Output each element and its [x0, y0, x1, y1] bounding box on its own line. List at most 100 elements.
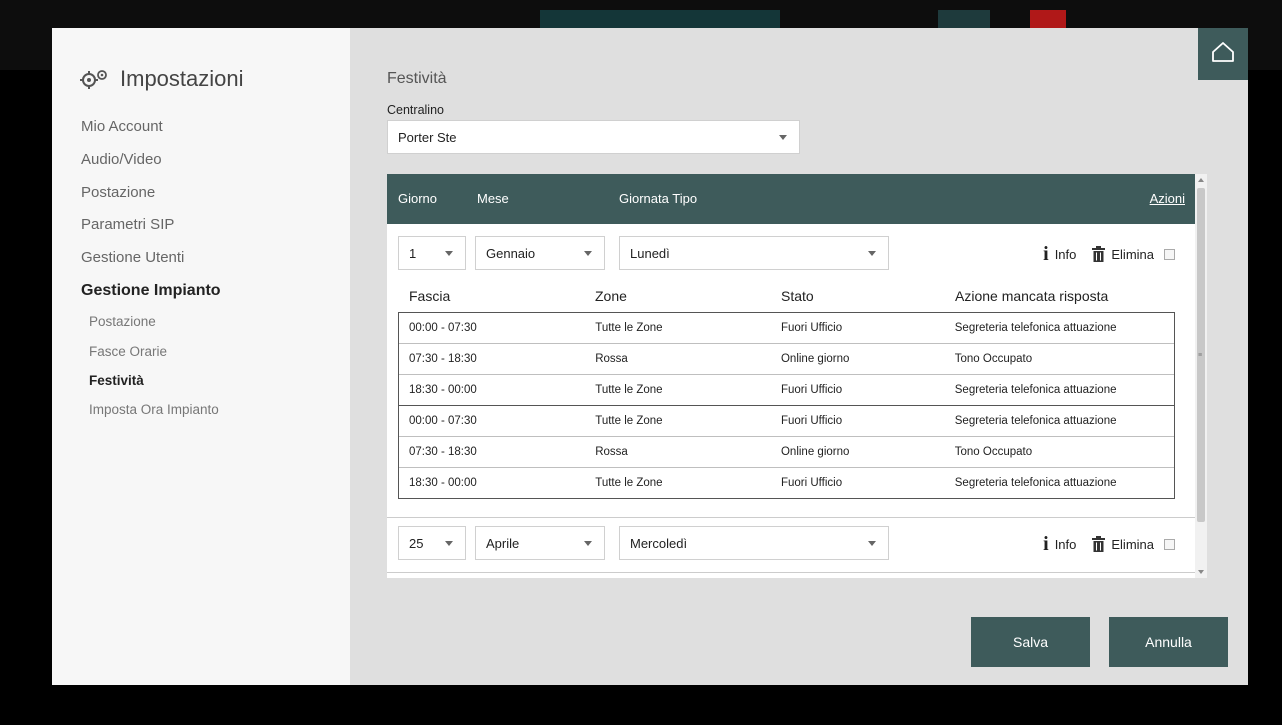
table-row[interactable]: 18:30 - 00:00 Tutte le Zone Fuori Uffici… — [398, 467, 1175, 499]
col-azione: Azione mancata risposta — [955, 288, 1109, 304]
cell-fascia: 00:00 - 07:30 — [398, 405, 586, 437]
cell-stato: Online giorno — [770, 436, 945, 468]
sidebar-title: Impostazioni — [80, 66, 244, 92]
trash-icon[interactable] — [1092, 246, 1106, 262]
cell-azione: Segreteria telefonica attuazione — [944, 405, 1175, 437]
cell-zone: Tutte le Zone — [585, 467, 771, 499]
chevron-down-icon — [868, 251, 876, 256]
panel-header: Giorno Mese Giornata Tipo Azioni — [387, 174, 1195, 224]
cell-fascia: 07:30 - 18:30 — [398, 436, 586, 468]
giornata-select-2[interactable]: Mercoledì — [619, 526, 889, 560]
mese-select-1[interactable]: Gennaio — [475, 236, 605, 270]
giornata-select-value-2: Mercoledì — [630, 535, 688, 551]
centralino-select[interactable]: Porter Ste — [387, 120, 800, 154]
header-giorno: Giorno — [398, 191, 438, 206]
header-mese: Mese — [477, 191, 509, 206]
sidebar-subitem-imposta-ora[interactable]: Imposta Ora Impianto — [89, 402, 219, 417]
chevron-down-icon — [584, 251, 592, 256]
giornata-select-value-1: Lunedì — [630, 245, 670, 261]
main-content: Festività Centralino Porter Ste Giorno M… — [350, 28, 1248, 685]
header-giornata-tipo: Giornata Tipo — [619, 191, 698, 206]
festivita-panel: Giorno Mese Giornata Tipo Azioni 1 Genna… — [387, 174, 1207, 578]
cell-fascia: 00:00 - 07:30 — [398, 312, 586, 344]
info-link-1[interactable]: Info — [1055, 247, 1077, 262]
giorno-select-1[interactable]: 1 — [398, 236, 466, 270]
page-title: Festività — [387, 70, 447, 87]
sidebar-item-gestione-impianto[interactable]: Gestione Impianto — [81, 282, 221, 300]
sidebar-subitem-postazione[interactable]: Postazione — [89, 314, 156, 329]
col-zone: Zone — [595, 288, 627, 304]
cell-zone: Rossa — [585, 343, 771, 375]
chevron-down-icon — [445, 541, 453, 546]
elimina-link-2[interactable]: Elimina — [1111, 537, 1154, 552]
cell-fascia: 18:30 - 00:00 — [398, 374, 586, 406]
cell-stato: Online giorno — [770, 343, 945, 375]
giorno-select-2[interactable]: 25 — [398, 526, 466, 560]
save-button[interactable]: Salva — [971, 617, 1090, 667]
entry-divider — [387, 572, 1195, 573]
giorno-select-value-1: 1 — [409, 245, 417, 261]
cell-zone: Tutte le Zone — [585, 312, 771, 344]
sidebar-item-gestione-utenti[interactable]: Gestione Utenti — [81, 249, 184, 266]
giorno-select-value-2: 25 — [409, 535, 424, 551]
col-stato: Stato — [781, 288, 814, 304]
cell-zone: Rossa — [585, 436, 771, 468]
chevron-down-icon — [779, 135, 787, 140]
cancel-button[interactable]: Annulla — [1109, 617, 1228, 667]
centralino-label: Centralino — [387, 103, 444, 117]
scroll-down-icon[interactable] — [1198, 570, 1204, 574]
sidebar-subitem-festivita[interactable]: Festività — [89, 373, 144, 388]
select-checkbox-1[interactable] — [1164, 248, 1175, 260]
azioni-link[interactable]: Azioni — [1150, 191, 1185, 206]
gears-icon — [80, 69, 110, 89]
chevron-down-icon — [584, 541, 592, 546]
table-row[interactable]: 00:00 - 07:30 Tutte le Zone Fuori Uffici… — [398, 312, 1175, 344]
sidebar-item-postazione[interactable]: Postazione — [81, 184, 155, 201]
cell-stato: Fuori Ufficio — [770, 405, 945, 437]
sidebar-item-mio-account[interactable]: Mio Account — [81, 118, 163, 135]
cell-azione: Tono Occupato — [944, 343, 1175, 375]
entry-actions-2: i Info Elimina — [1043, 534, 1175, 554]
info-link-2[interactable]: Info — [1055, 537, 1077, 552]
cell-stato: Fuori Ufficio — [770, 374, 945, 406]
info-icon[interactable]: i — [1043, 244, 1049, 264]
entry-actions-1: i Info Elimina — [1043, 244, 1175, 264]
elimina-link-1[interactable]: Elimina — [1111, 247, 1154, 262]
sidebar-subitem-fasce-orarie[interactable]: Fasce Orarie — [89, 344, 167, 359]
table-row[interactable]: 18:30 - 00:00 Tutte le Zone Fuori Uffici… — [398, 374, 1175, 406]
scroll-thumb[interactable]: ≡ — [1197, 188, 1205, 522]
cell-azione: Segreteria telefonica attuazione — [944, 374, 1175, 406]
settings-sidebar: Impostazioni Mio Account Audio/Video Pos… — [52, 28, 350, 685]
holiday-entry-2: 25 Aprile Mercoledì i Info Elimina — [387, 526, 1195, 562]
scroll-up-icon[interactable] — [1198, 178, 1204, 182]
sidebar-title-text: Impostazioni — [120, 66, 244, 91]
giornata-select-1[interactable]: Lunedì — [619, 236, 889, 270]
select-checkbox-2[interactable] — [1164, 538, 1175, 550]
mese-select-2[interactable]: Aprile — [475, 526, 605, 560]
cell-zone: Tutte le Zone — [585, 405, 771, 437]
cell-stato: Fuori Ufficio — [770, 312, 945, 344]
mese-select-value-2: Aprile — [486, 535, 520, 551]
holiday-entry-1: 1 Gennaio Lunedì i Info Elimina — [387, 236, 1195, 272]
cell-azione: Segreteria telefonica attuazione — [944, 312, 1175, 344]
cell-zone: Tutte le Zone — [585, 374, 771, 406]
table-row[interactable]: 00:00 - 07:30 Tutte le Zone Fuori Uffici… — [398, 405, 1175, 437]
schedule-table: 00:00 - 07:30 Tutte le Zone Fuori Uffici… — [398, 312, 1175, 499]
info-icon[interactable]: i — [1043, 534, 1049, 554]
chevron-down-icon — [868, 541, 876, 546]
centralino-select-value: Porter Ste — [398, 129, 457, 145]
grip-icon: ≡ — [1198, 352, 1203, 359]
settings-modal: Impostazioni Mio Account Audio/Video Pos… — [52, 28, 1248, 685]
entry-divider — [387, 517, 1195, 518]
trash-icon[interactable] — [1092, 536, 1106, 552]
table-row[interactable]: 07:30 - 18:30 Rossa Online giorno Tono O… — [398, 436, 1175, 468]
sidebar-item-parametri-sip[interactable]: Parametri SIP — [81, 216, 174, 233]
table-row[interactable]: 07:30 - 18:30 Rossa Online giorno Tono O… — [398, 343, 1175, 375]
cell-azione: Segreteria telefonica attuazione — [944, 467, 1175, 499]
mese-select-value-1: Gennaio — [486, 245, 536, 261]
sidebar-item-audio-video[interactable]: Audio/Video — [81, 151, 162, 168]
panel-scrollbar[interactable]: ≡ — [1195, 174, 1207, 578]
col-fascia: Fascia — [409, 288, 451, 304]
chevron-down-icon — [445, 251, 453, 256]
cell-fascia: 18:30 - 00:00 — [398, 467, 586, 499]
